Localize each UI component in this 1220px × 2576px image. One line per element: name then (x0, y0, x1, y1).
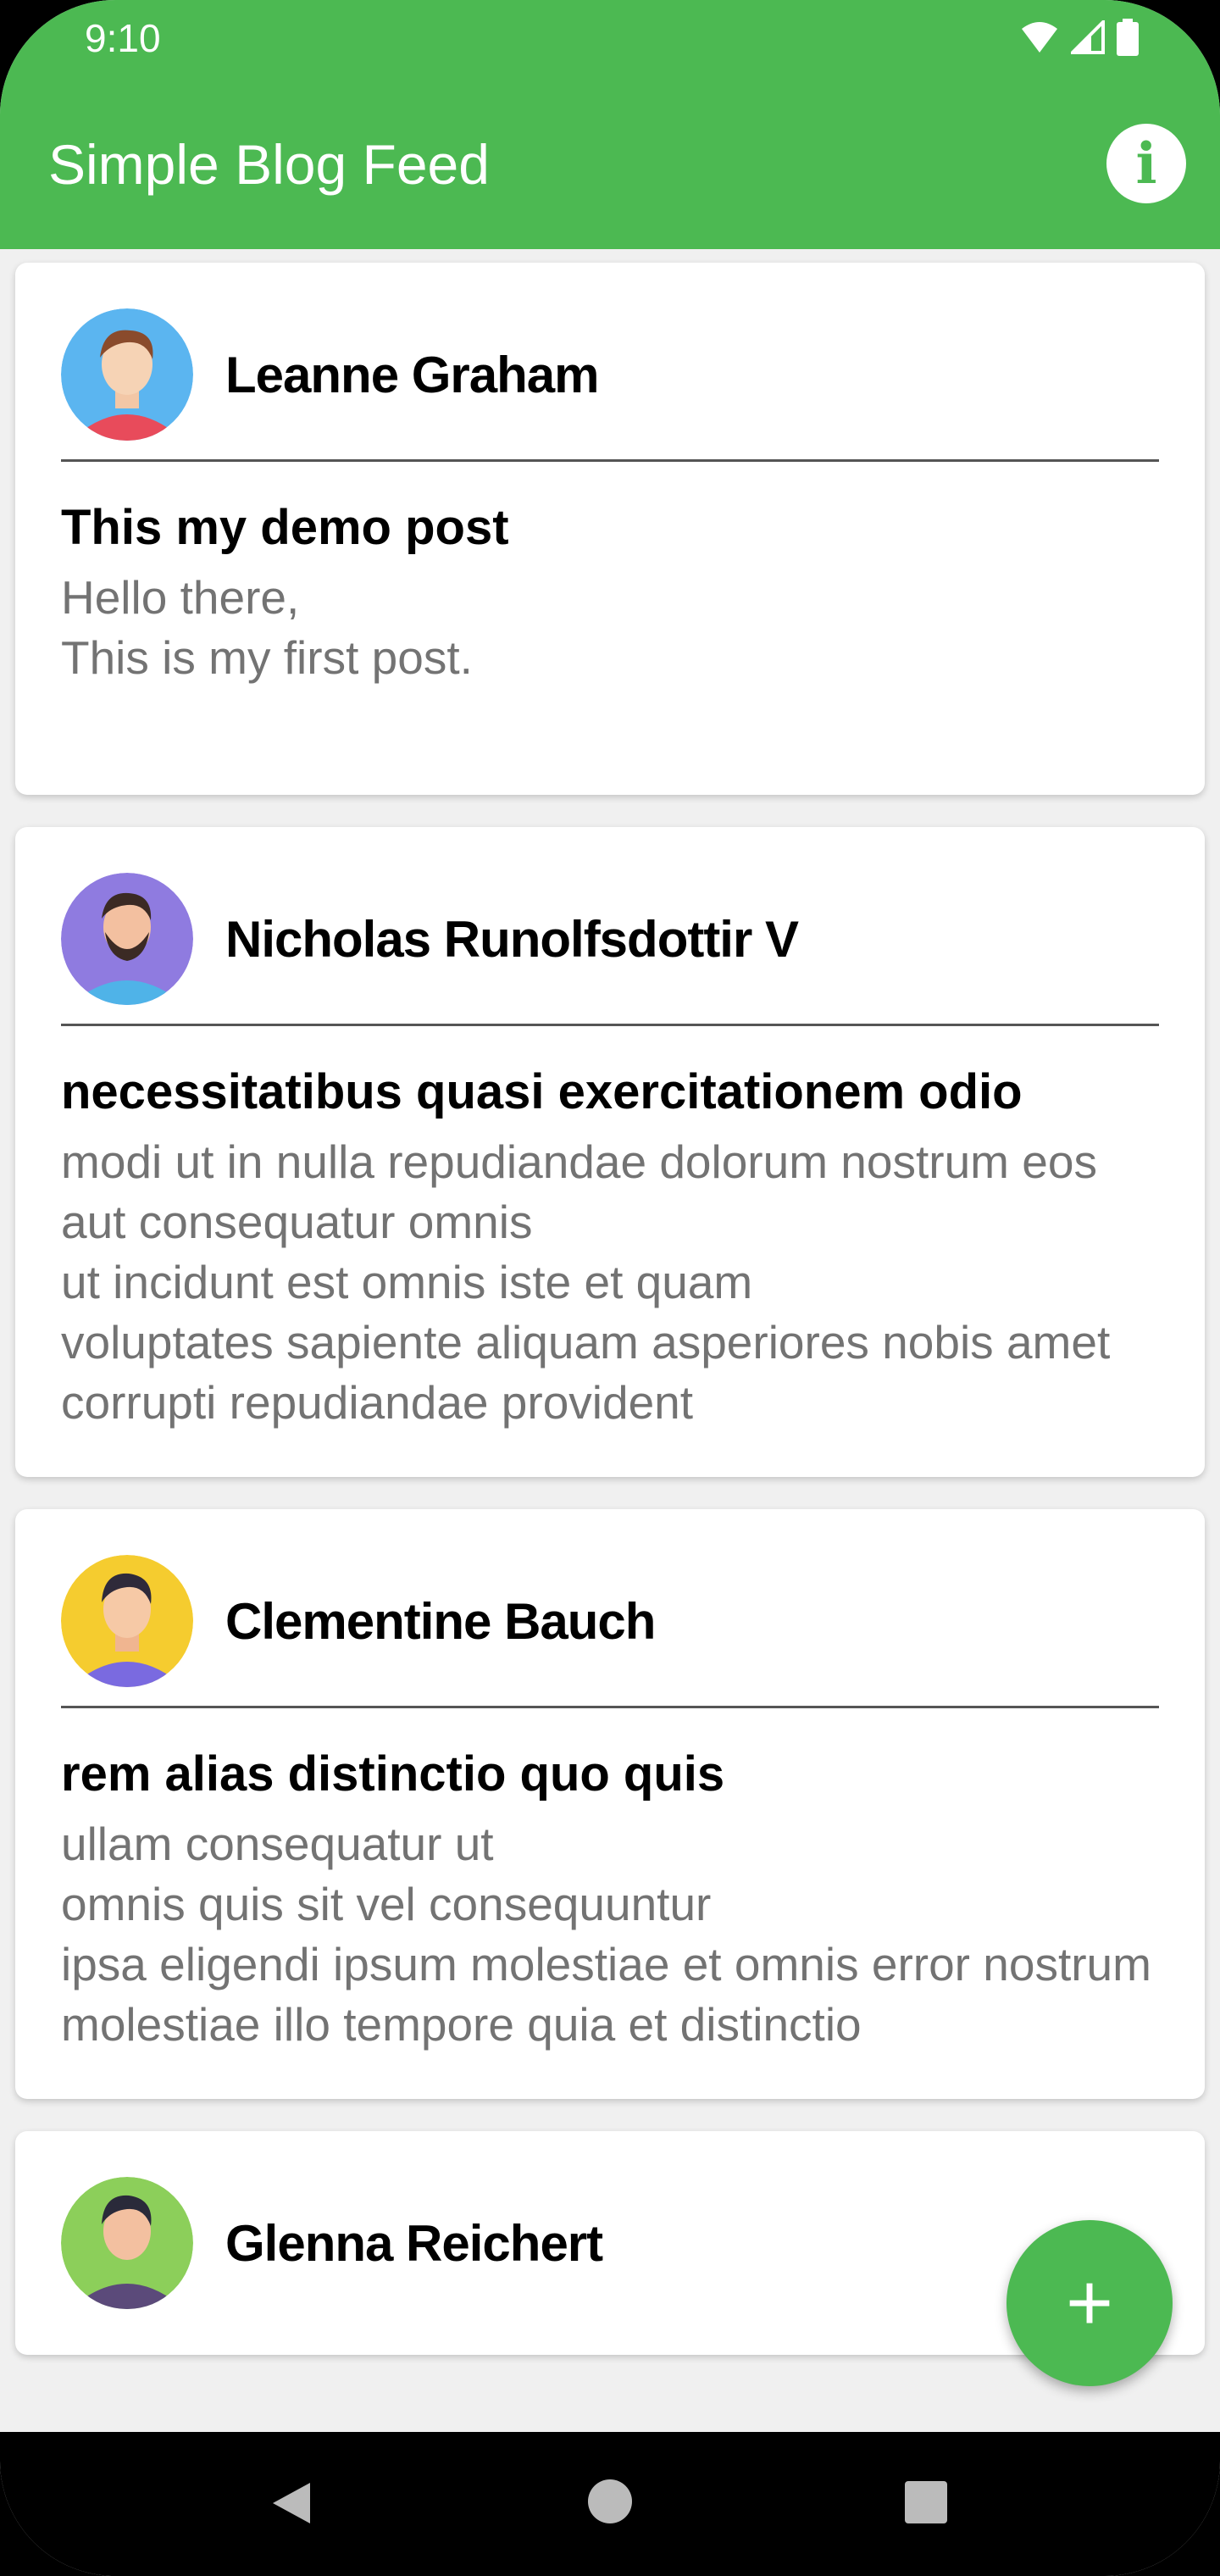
info-icon: i (1135, 130, 1157, 197)
add-post-button[interactable]: + (1006, 2220, 1173, 2386)
post-header: Nicholas Runolfsdottir V (61, 871, 1159, 1007)
divider (61, 1706, 1159, 1708)
author-name: Glenna Reichert (225, 2214, 603, 2272)
recents-icon[interactable] (905, 2481, 947, 2523)
back-icon[interactable] (268, 2479, 315, 2527)
post-body: Hello there, This is my first post. (61, 571, 473, 684)
phone-screen: 9:10 Simple Blog Feed i Leanne Graham Th… (0, 0, 1220, 2576)
post-title: rem alias distinctio quo quis (61, 1746, 725, 1802)
app-bar: Simple Blog Feed i (0, 85, 1220, 249)
status-time: 9:10 (85, 16, 161, 60)
app-title: Simple Blog Feed (48, 133, 490, 196)
post-card[interactable]: Nicholas Runolfsdottir V necessitatibus … (15, 827, 1205, 1477)
home-icon[interactable] (588, 2479, 632, 2523)
post-card[interactable]: Clementine Bauch rem alias distinctio qu… (15, 1509, 1205, 2099)
wifi-icon (1022, 22, 1057, 53)
divider (61, 459, 1159, 462)
author-name: Leanne Graham (225, 346, 599, 403)
post-header: Leanne Graham (61, 307, 1159, 442)
battery-icon (1117, 19, 1139, 56)
plus-icon: + (1065, 2257, 1114, 2348)
post-header: Glenna Reichert (61, 2175, 1159, 2311)
post-title: necessitatibus quasi exercitationem odio (61, 1064, 1023, 1119)
avatar (61, 308, 193, 441)
info-button[interactable]: i (1106, 124, 1186, 203)
status-icons (1020, 19, 1139, 56)
post-body: ullam consequatur ut omnis quis sit vel … (61, 1818, 1151, 2051)
post-feed[interactable]: Leanne Graham This my demo post Hello th… (15, 263, 1205, 2387)
post-body: modi ut in nulla repudiandae dolorum nos… (61, 1135, 1111, 1429)
post-header: Clementine Bauch (61, 1553, 1159, 1689)
avatar (61, 2177, 193, 2309)
signal-icon (1071, 20, 1105, 54)
divider (61, 1024, 1159, 1026)
avatar (61, 1555, 193, 1687)
author-name: Clementine Bauch (225, 1592, 656, 1650)
post-title: This my demo post (61, 500, 509, 555)
author-name: Nicholas Runolfsdottir V (225, 910, 799, 968)
status-bar: 9:10 (0, 0, 1220, 85)
system-nav-bar (0, 2432, 1220, 2576)
post-card[interactable]: Leanne Graham This my demo post Hello th… (15, 263, 1205, 795)
avatar (61, 873, 193, 1005)
